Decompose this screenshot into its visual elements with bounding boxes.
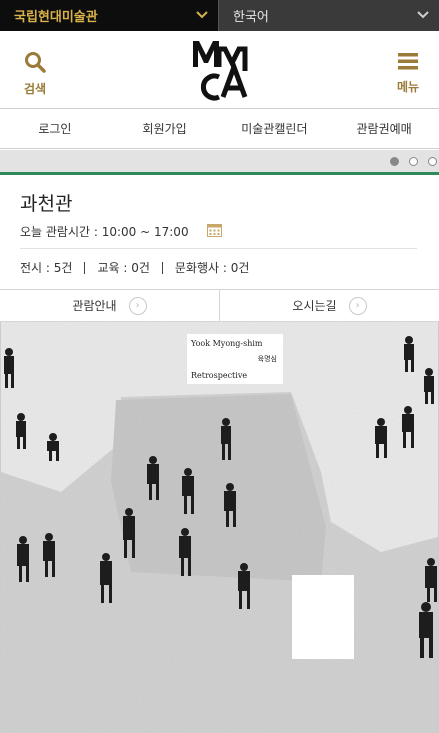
language-select[interactable]: 한국어 — [218, 0, 439, 31]
mmca-logo[interactable] — [189, 37, 249, 101]
opening-hours: 오늘 관람시간 : 10:00 ~ 17:00 — [20, 223, 222, 240]
info-divider — [20, 248, 417, 249]
chevron-down-icon — [417, 9, 429, 22]
site-header: 검색 메뉴 — [0, 31, 439, 109]
slider-pagination — [390, 157, 437, 166]
exhibition-title-en: Yook Myong-shim — [191, 339, 263, 348]
museum-select[interactable]: 국립현대미술관 — [0, 0, 218, 31]
calendar-icon[interactable] — [206, 223, 222, 240]
login-link[interactable]: 로그인 — [0, 109, 110, 148]
program-counts: 전시 : 5건 교육 : 0건 문화행사 : 0건 — [20, 259, 249, 276]
venue-info: 과천관 오늘 관람시간 : 10:00 ~ 17:00 전시 : 5건 교육 :… — [0, 175, 439, 289]
education-count[interactable]: 교육 : 0건 — [97, 259, 149, 276]
count-separator — [84, 261, 86, 274]
exhibition-title-card: Yook Myong-shim 육명심 Retrospective — [187, 334, 283, 384]
slider-dot[interactable] — [409, 157, 418, 166]
chevron-down-icon — [196, 9, 208, 22]
venue-name: 과천관 — [20, 193, 73, 215]
directions-label: 오시는길 — [292, 299, 337, 313]
museum-select-label: 국립현대미술관 — [14, 10, 98, 25]
calendar-link[interactable]: 미술관캘린더 — [220, 109, 330, 148]
ticket-link[interactable]: 관람권예매 — [329, 109, 439, 148]
venue-actions: 관람안내 › 오시는길 › — [0, 289, 439, 322]
search-label: 검색 — [23, 82, 47, 96]
language-select-label: 한국어 — [233, 10, 269, 25]
search-icon — [24, 52, 46, 77]
exhibition-count[interactable]: 전시 : 5건 — [20, 259, 72, 276]
visitor-guide-button[interactable]: 관람안내 › — [0, 290, 219, 321]
utility-nav: 로그인 회원가입 미술관캘린더 관람권예매 — [0, 109, 439, 149]
menu-button[interactable]: 메뉴 — [391, 51, 425, 95]
exhibition-banner[interactable]: Yook Myong-shim 육명심 Retrospective — [0, 322, 439, 733]
event-count[interactable]: 문화행사 : 0건 — [175, 259, 250, 276]
slider-dot[interactable] — [390, 157, 399, 166]
top-selector-bar: 국립현대미술관 한국어 — [0, 0, 439, 31]
count-separator — [161, 261, 163, 274]
slider-dot[interactable] — [428, 157, 437, 166]
menu-label: 메뉴 — [396, 80, 420, 94]
exhibition-subtitle: Retrospective — [191, 371, 248, 380]
chevron-right-icon: › — [128, 296, 147, 315]
hours-text: 오늘 관람시간 : 10:00 ~ 17:00 — [20, 225, 189, 239]
visitor-guide-label: 관람안내 — [72, 299, 117, 313]
signup-link[interactable]: 회원가입 — [110, 109, 220, 148]
search-button[interactable]: 검색 — [18, 51, 52, 97]
exhibition-title-ko: 육명심 — [257, 355, 277, 363]
hamburger-icon — [397, 53, 419, 75]
chevron-right-icon: › — [348, 296, 367, 315]
directions-button[interactable]: 오시는길 › — [219, 290, 439, 321]
slider-strip — [0, 150, 439, 174]
